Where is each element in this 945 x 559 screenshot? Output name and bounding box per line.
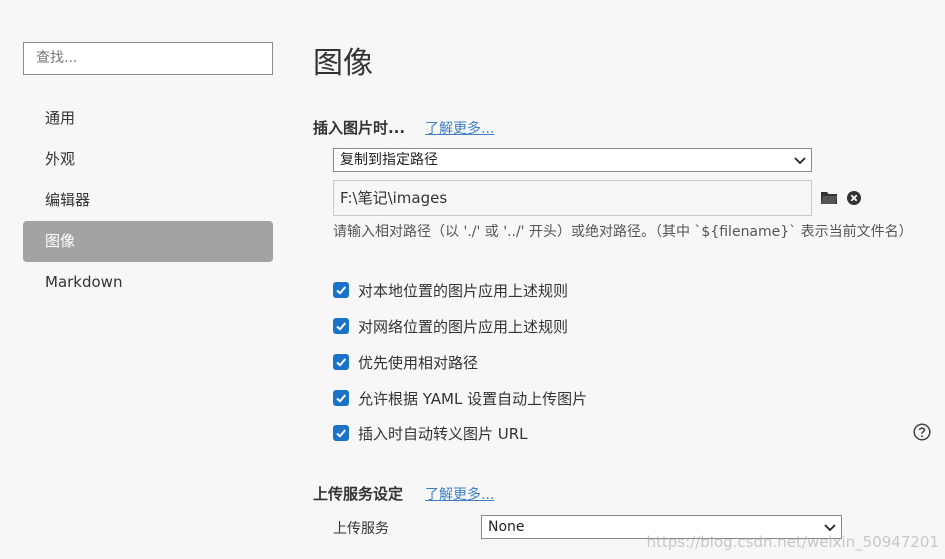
sidebar-item-editor[interactable]: 编辑器 [23,180,273,221]
checkbox-label: 对本地位置的图片应用上述规则 [358,281,569,300]
checkbox-label: 优先使用相对路径 [358,353,479,372]
checkbox-checked-icon[interactable] [333,425,349,441]
help-icon[interactable] [913,423,931,441]
sidebar-item-markdown[interactable]: Markdown [23,262,273,303]
insert-action-select[interactable]: 复制到指定路径 [333,148,812,172]
upload-service-heading: 上传服务设定 [313,485,404,503]
chevron-down-icon [824,524,836,532]
checkbox-local-images[interactable]: 对本地位置的图片应用上述规则 [333,280,568,300]
chevron-down-icon [794,157,806,165]
folder-icon[interactable] [821,191,837,204]
checkbox-label: 对网络位置的图片应用上述规则 [358,317,569,336]
checkbox-checked-icon[interactable] [333,282,349,298]
close-icon[interactable] [847,191,861,205]
sidebar-item-general[interactable]: 通用 [23,98,273,139]
page-title: 图像 [313,46,373,81]
checkbox-checked-icon[interactable] [333,354,349,370]
sidebar-item-image[interactable]: 图像 [23,221,273,262]
checkbox-network-images[interactable]: 对网络位置的图片应用上述规则 [333,316,568,336]
checkbox-yaml-upload[interactable]: 允许根据 YAML 设置自动上传图片 [333,388,587,408]
upload-service-value: None [488,519,525,535]
sidebar-item-appearance[interactable]: 外观 [23,139,273,180]
checkbox-label: 插入时自动转义图片 URL [358,424,528,443]
upload-service-label: 上传服务 [333,521,389,537]
checkbox-checked-icon[interactable] [333,318,349,334]
checkbox-escape-url[interactable]: 插入时自动转义图片 URL [333,423,528,443]
upload-learn-more-link[interactable]: 了解更多... [425,484,494,504]
sidebar-nav: 通用 外观 编辑器 图像 Markdown [23,98,273,303]
image-path-input[interactable]: F:\笔记\images [333,180,812,216]
checkbox-checked-icon[interactable] [333,390,349,406]
watermark-text: https://blog.csdn.net/weixin_50947201 [646,533,939,551]
insert-action-value: 复制到指定路径 [340,152,438,168]
insert-image-heading: 插入图片时... [313,119,406,137]
insert-learn-more-link[interactable]: 了解更多... [425,118,494,138]
checkbox-prefer-relative[interactable]: 优先使用相对路径 [333,352,478,372]
checkbox-label: 允许根据 YAML 设置自动上传图片 [358,389,588,408]
search-input[interactable]: 查找... [23,42,273,75]
path-hint-text: 请输入相对路径（以 './' 或 '../' 开头）或绝对路径。（其中 `${f… [333,224,913,240]
